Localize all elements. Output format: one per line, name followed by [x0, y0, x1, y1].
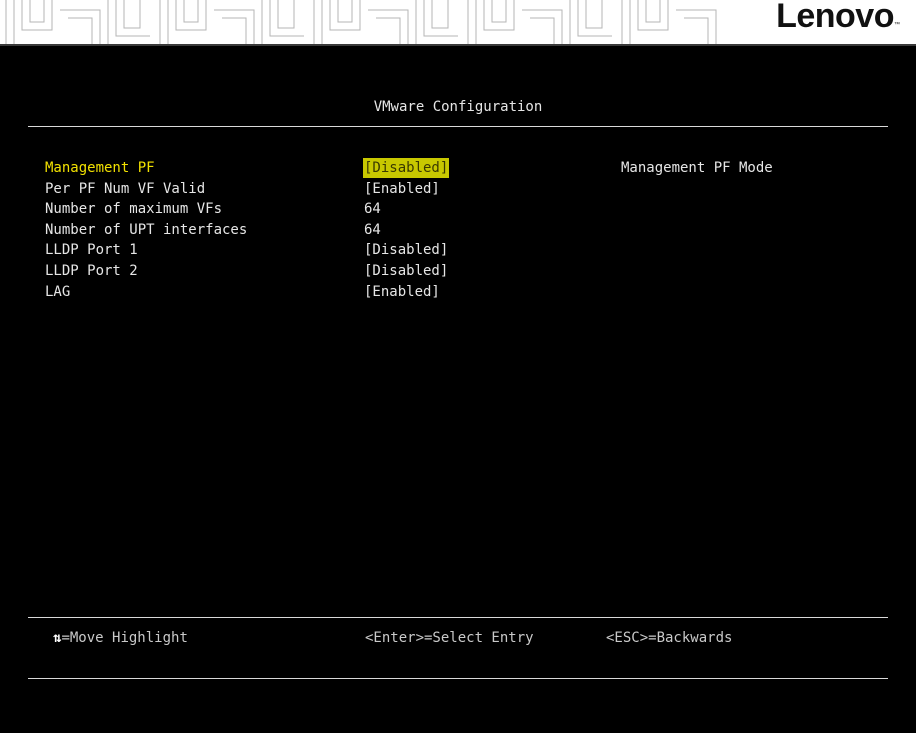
setting-label: LLDP Port 2 [45, 263, 138, 279]
footer-select-hint: <Enter>=Select Entry [365, 630, 534, 646]
setting-value[interactable]: [Disabled] [363, 261, 449, 281]
setting-value[interactable]: 64 [363, 220, 382, 240]
setting-value[interactable]: [Enabled] [363, 282, 441, 302]
page-title: VMware Configuration [373, 99, 543, 115]
help-text: Management PF Mode [621, 160, 773, 176]
setting-value[interactable]: [Enabled] [363, 179, 441, 199]
setting-label: LLDP Port 1 [45, 242, 138, 259]
setting-value[interactable]: [Disabled] [363, 158, 450, 178]
title-divider [28, 126, 888, 127]
setting-label: Management PF [45, 160, 155, 176]
setting-value[interactable]: 64 [363, 199, 382, 219]
footer-back-hint: <ESC>=Backwards [606, 630, 733, 646]
header-banner: Lenovo ™ [0, 0, 916, 46]
setting-value[interactable]: [Disabled] [363, 240, 449, 260]
footer-divider-top [28, 617, 888, 618]
banner-pattern [5, 0, 717, 44]
footer-divider-bottom [28, 678, 888, 679]
setting-label: Number of maximum VFs [45, 201, 223, 218]
trademark-mark: ™ [894, 22, 900, 28]
setting-label: LAG [45, 283, 71, 300]
setting-label: Per PF Num VF Valid [45, 180, 206, 197]
footer-move-label: =Move Highlight [61, 630, 188, 646]
setting-label: Number of UPT interfaces [45, 221, 248, 238]
lenovo-logo: Lenovo [776, 0, 894, 35]
footer-move-hint: ⇅=Move Highlight [53, 628, 188, 648]
